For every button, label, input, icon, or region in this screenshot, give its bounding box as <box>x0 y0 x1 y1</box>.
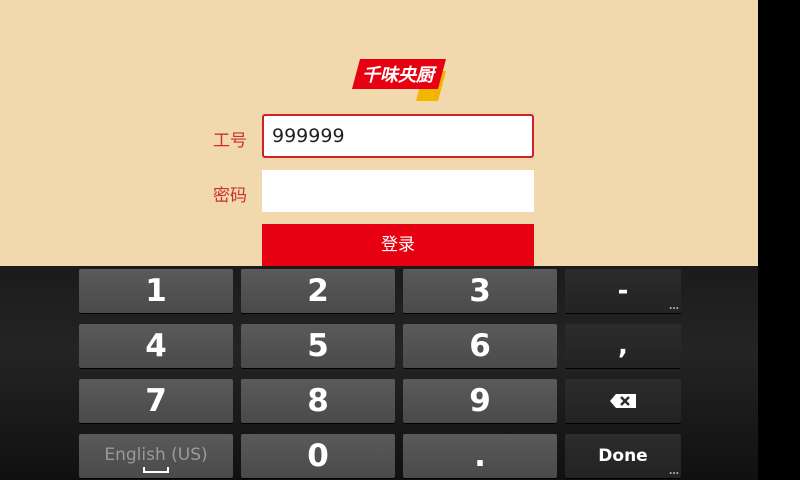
key-7[interactable]: 7 <box>79 379 233 423</box>
done-label: Done <box>598 446 648 466</box>
key-0[interactable]: 0 <box>241 434 395 478</box>
done-key[interactable]: Done … <box>565 434 681 478</box>
password-label: 密码 <box>213 186 247 206</box>
key-5[interactable]: 5 <box>241 324 395 368</box>
key-period[interactable]: . <box>403 434 557 478</box>
more-keys-indicator: … <box>669 301 679 312</box>
more-keys-indicator: … <box>669 466 679 477</box>
login-button[interactable]: 登录 <box>262 224 534 266</box>
key-minus[interactable]: - … <box>565 269 681 313</box>
delete-key[interactable] <box>565 379 681 423</box>
employee-id-input[interactable]: 999999 <box>262 114 534 158</box>
numeric-keyboard: 1 2 3 - … 4 5 6 , 7 8 9 English (US) 0 .… <box>0 266 758 480</box>
key-3[interactable]: 3 <box>403 269 557 313</box>
language-label: English (US) <box>104 445 208 465</box>
key-minus-label: - <box>617 276 629 306</box>
login-screen: 千味央厨 工号 999999 密码 登录 <box>0 0 758 266</box>
language-key[interactable]: English (US) <box>79 434 233 478</box>
brand-logo: 千味央厨 <box>352 59 446 101</box>
key-comma[interactable]: , <box>565 324 681 368</box>
backspace-icon <box>610 394 636 408</box>
key-1[interactable]: 1 <box>79 269 233 313</box>
key-9[interactable]: 9 <box>403 379 557 423</box>
key-4[interactable]: 4 <box>79 324 233 368</box>
key-8[interactable]: 8 <box>241 379 395 423</box>
employee-id-label: 工号 <box>213 131 247 151</box>
key-2[interactable]: 2 <box>241 269 395 313</box>
svg-text:千味央厨: 千味央厨 <box>362 65 438 86</box>
key-6[interactable]: 6 <box>403 324 557 368</box>
space-bar-icon <box>143 467 169 473</box>
password-input[interactable] <box>262 170 534 212</box>
system-bar <box>758 0 800 480</box>
